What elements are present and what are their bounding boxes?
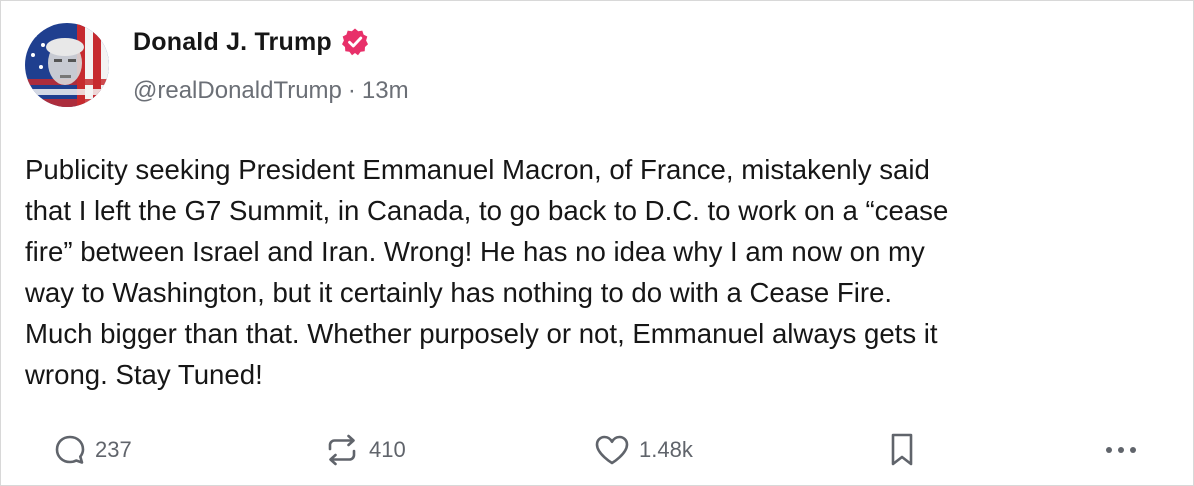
avatar[interactable]: [25, 23, 109, 107]
like-count: 1.48k: [639, 437, 693, 462]
heart-icon: [593, 433, 631, 467]
action-bar: 237 410 1.48k: [1, 425, 1194, 475]
bookmark-icon: [887, 431, 917, 469]
bookmark-button[interactable]: [887, 425, 917, 475]
more-icon: [1101, 440, 1141, 460]
reply-button[interactable]: 237: [53, 425, 132, 475]
post-card: Donald J. Trump @realDonaldTrump · 13m Pub…: [0, 0, 1194, 486]
author-display-name[interactable]: Donald J. Trump: [133, 28, 332, 57]
reply-icon: [53, 433, 87, 467]
verified-badge-icon: [340, 27, 370, 57]
author-meta: @realDonaldTrump · 13m: [133, 77, 409, 105]
avatar-image: [25, 23, 109, 107]
repost-icon: [323, 433, 361, 467]
post-body: Publicity seeking President Emmanuel Mac…: [25, 154, 949, 390]
repost-button[interactable]: 410: [323, 425, 406, 475]
like-button[interactable]: 1.48k: [593, 425, 693, 475]
author-name-row: Donald J. Trump: [133, 27, 370, 57]
more-options-button[interactable]: [1101, 425, 1141, 475]
repost-count: 410: [369, 437, 406, 462]
meta-separator: ·: [347, 77, 356, 104]
post-timestamp[interactable]: 13m: [362, 77, 409, 104]
author-handle[interactable]: @realDonaldTrump: [133, 77, 342, 104]
reply-count: 237: [95, 437, 132, 462]
